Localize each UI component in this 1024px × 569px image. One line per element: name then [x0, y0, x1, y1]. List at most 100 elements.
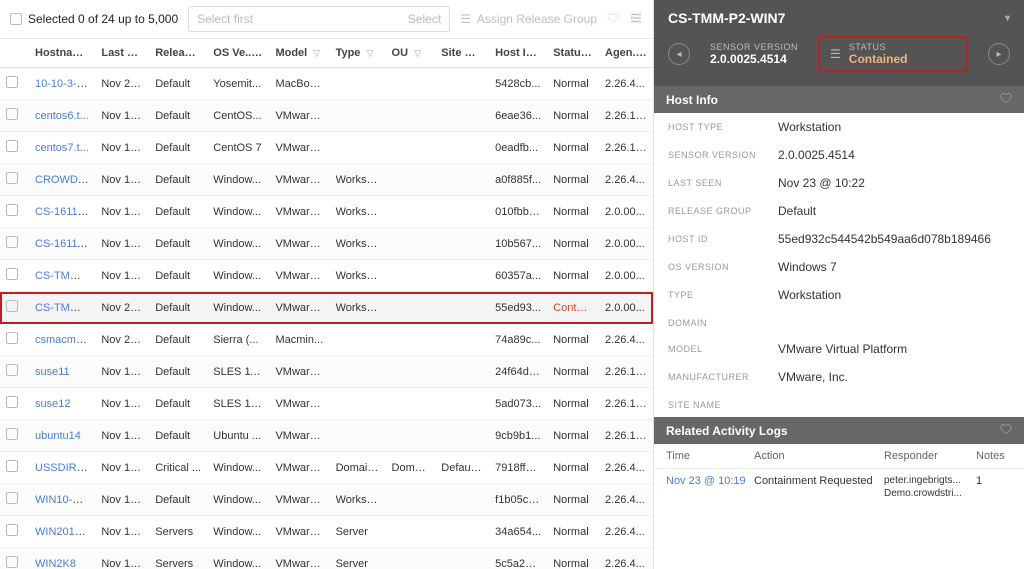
col-header[interactable]: Model ▽ — [269, 39, 329, 68]
cell-agent: 2.26.4... — [599, 324, 653, 356]
row-check[interactable] — [0, 484, 29, 516]
next-icon[interactable]: ▸ — [988, 43, 1010, 65]
table-row[interactable]: suse12Nov 18 ...DefaultSLES 12.1VMware..… — [0, 388, 653, 420]
cell-ou — [386, 388, 436, 420]
table-row[interactable]: csmacmin...Nov 23 ...DefaultSierra (...M… — [0, 324, 653, 356]
col-header[interactable]: Release... ▽ — [149, 39, 207, 68]
table-row[interactable]: CS-161108...Nov 14 ...DefaultWindow...VM… — [0, 196, 653, 228]
cell-release: Default — [149, 68, 207, 100]
table-row[interactable]: centos7.t...Nov 18 ...DefaultCentOS 7VMw… — [0, 132, 653, 164]
col-header[interactable]: OS Ve... ▽ — [207, 39, 269, 68]
cell-hostname[interactable]: centos7.t... — [29, 132, 95, 164]
cell-site — [435, 388, 489, 420]
col-header[interactable]: Host ID ▽ — [489, 39, 547, 68]
cell-hostname[interactable]: CS-TMM-... — [29, 260, 95, 292]
cell-hostname[interactable]: ubuntu14 — [29, 420, 95, 452]
cell-hostid: 0eadfb... — [489, 132, 547, 164]
cell-release: Default — [149, 196, 207, 228]
cell-type: Server — [330, 548, 386, 569]
settings-icon[interactable] — [629, 11, 643, 28]
host-info-key: DOMAIN — [668, 316, 778, 328]
cell-ou — [386, 132, 436, 164]
cell-hostname[interactable]: CS-161108... — [29, 196, 95, 228]
table-row[interactable]: USSDIRIM...Nov 18 ...Critical ...Window.… — [0, 452, 653, 484]
cell-hostname[interactable]: USSDIRIM... — [29, 452, 95, 484]
cell-hostname[interactable]: CS-TMM-... — [29, 292, 95, 324]
cell-os: Sierra (... — [207, 324, 269, 356]
row-check[interactable] — [0, 324, 29, 356]
host-info-key: HOST ID — [668, 232, 778, 244]
row-check[interactable] — [0, 516, 29, 548]
cell-model: VMware... — [269, 356, 329, 388]
cell-hostname[interactable]: WIN10-X64 — [29, 484, 95, 516]
cell-site — [435, 324, 489, 356]
cell-hostname[interactable]: csmacmin... — [29, 324, 95, 356]
cell-hostname[interactable]: CROWDS... — [29, 164, 95, 196]
cell-site — [435, 356, 489, 388]
row-check[interactable] — [0, 68, 29, 100]
table-row[interactable]: WIN2K8Nov 18 ...ServersWindow...VMware..… — [0, 548, 653, 569]
table-row[interactable]: WIN10-X64Nov 18 ...DefaultWindow...VMwar… — [0, 484, 653, 516]
cell-model: VMware... — [269, 420, 329, 452]
table-row[interactable]: WIN2012R2Nov 18 ...ServersWindow...VMwar… — [0, 516, 653, 548]
row-check[interactable] — [0, 420, 29, 452]
cell-hostname[interactable]: WIN2K8 — [29, 548, 95, 569]
table-row[interactable]: 10-10-3-1...Nov 23 ...DefaultYosemit...M… — [0, 68, 653, 100]
col-header[interactable]: Last S... ▽ — [95, 39, 149, 68]
prev-icon[interactable]: ◂ — [668, 43, 690, 65]
table-row[interactable]: suse11Nov 18 ...DefaultSLES 11.4VMware..… — [0, 356, 653, 388]
col-header[interactable]: OU ▽ — [386, 39, 436, 68]
col-header[interactable]: Status ▽ — [547, 39, 599, 68]
cell-hostname[interactable]: WIN2012R2 — [29, 516, 95, 548]
table-row[interactable]: CROWDS...Nov 18 ...DefaultWindow...VMwar… — [0, 164, 653, 196]
cell-hostname[interactable]: centos6.t... — [29, 100, 95, 132]
row-check[interactable] — [0, 548, 29, 569]
cell-hostname[interactable]: suse12 — [29, 388, 95, 420]
table-row[interactable]: ubuntu14Nov 18 ...DefaultUbuntu ...VMwar… — [0, 420, 653, 452]
cell-hostname[interactable]: suse11 — [29, 356, 95, 388]
table-row[interactable]: CS-TMM-...Nov 23 ...DefaultWindow...VMwa… — [0, 292, 653, 324]
cell-lastseen: Nov 18 ... — [95, 132, 149, 164]
select-all-checkbox[interactable] — [10, 13, 22, 25]
col-header[interactable]: Agen... ▽ — [599, 39, 653, 68]
row-check[interactable] — [0, 260, 29, 292]
log-row[interactable]: Nov 23 @ 10:19Containment Requestedpeter… — [654, 469, 1024, 506]
row-check[interactable] — [0, 132, 29, 164]
cell-hostid: 5428cb... — [489, 68, 547, 100]
heart-icon[interactable] — [1000, 423, 1012, 438]
favorite-icon[interactable] — [607, 12, 619, 27]
table-row[interactable]: centos6.t...Nov 18 ...DefaultCentOS...VM… — [0, 100, 653, 132]
row-check[interactable] — [0, 292, 29, 324]
assign-release-group-button[interactable]: ☰ Assign Release Group — [460, 12, 597, 26]
cell-hostname[interactable]: CS-161114... — [29, 228, 95, 260]
row-check[interactable] — [0, 196, 29, 228]
cell-site — [435, 228, 489, 260]
col-header[interactable]: Type ▽ — [330, 39, 386, 68]
caret-down-icon[interactable]: ▾ — [1005, 13, 1010, 24]
cell-os: Window... — [207, 260, 269, 292]
cell-ou — [386, 420, 436, 452]
row-check[interactable] — [0, 388, 29, 420]
col-header[interactable]: Hostname △ — [29, 39, 95, 68]
cell-model: MacBoo... — [269, 68, 329, 100]
row-check[interactable] — [0, 452, 29, 484]
row-check[interactable] — [0, 164, 29, 196]
cell-status: Contain... — [547, 292, 599, 324]
col-header[interactable]: Site N... ▽ — [435, 39, 489, 68]
row-check[interactable] — [0, 228, 29, 260]
filter-box[interactable]: Select first Select — [188, 6, 450, 32]
cell-ou — [386, 196, 436, 228]
table-row[interactable]: CS-161114...Nov 14 ...DefaultWindow...VM… — [0, 228, 653, 260]
row-check[interactable] — [0, 100, 29, 132]
heart-icon[interactable] — [1000, 92, 1012, 107]
log-action: Containment Requested — [754, 475, 884, 487]
hosts-table-wrap: Hostname △Last S... ▽Release... ▽OS Ve..… — [0, 39, 653, 569]
cell-agent: 2.26.4... — [599, 484, 653, 516]
cell-ou — [386, 260, 436, 292]
table-row[interactable]: CS-TMM-...Nov 14 ...DefaultWindow...VMwa… — [0, 260, 653, 292]
filter-select-button[interactable]: Select — [408, 12, 441, 26]
row-check[interactable] — [0, 356, 29, 388]
cell-hostname[interactable]: 10-10-3-1... — [29, 68, 95, 100]
cell-os: CentOS... — [207, 100, 269, 132]
cell-release: Default — [149, 356, 207, 388]
